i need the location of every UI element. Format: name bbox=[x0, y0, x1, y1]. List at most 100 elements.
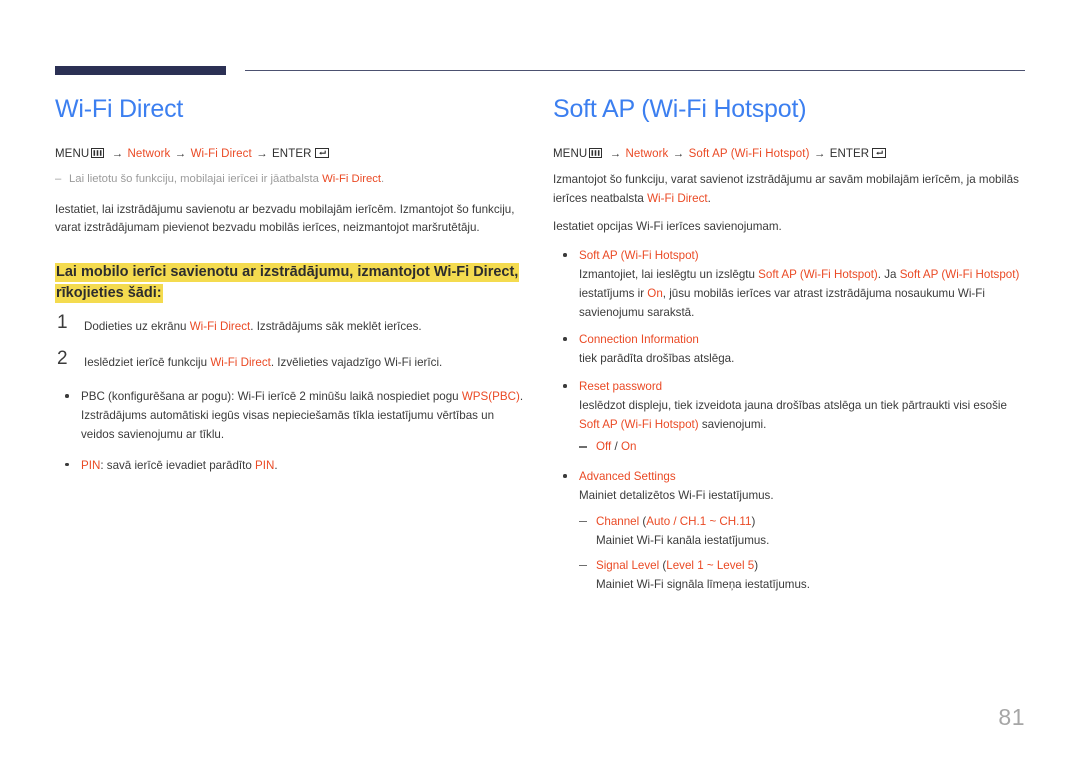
sub-setting-name: Channel bbox=[596, 514, 640, 528]
note-term: Wi-Fi Direct bbox=[322, 173, 382, 185]
bullet-term: Connection Information bbox=[579, 333, 699, 347]
sub-dash bbox=[579, 565, 587, 567]
menu-label: MENU bbox=[553, 147, 588, 160]
sub-list-item: Channel (Auto / CH.1 ~ CH.11) Mainiet Wi… bbox=[579, 513, 1025, 551]
note-line-left: ‒ Lai lietotu šo funkciju, mobilajai ierī… bbox=[55, 171, 525, 189]
list-item: Connection Information tiek parādīta dro… bbox=[553, 331, 1025, 369]
bullet-term: Advanced Settings bbox=[579, 470, 676, 484]
header-rule-thick bbox=[55, 66, 226, 75]
path-arrow-3: → bbox=[813, 147, 826, 160]
sub-option-on: On bbox=[620, 440, 637, 454]
step-item: 1 Dodieties uz ekrānu Wi-Fi Direct. Izst… bbox=[55, 313, 525, 337]
sub-setting-values: Auto / CH.1 ~ CH.11 bbox=[646, 514, 752, 528]
menu-grid-icon bbox=[589, 147, 603, 158]
enter-return-icon bbox=[872, 147, 887, 158]
step-term: Wi-Fi Direct bbox=[210, 355, 271, 369]
left-column: Wi-Fi Direct MENU → Network → Wi-Fi Dire… bbox=[55, 95, 525, 484]
path-arrow-2: → bbox=[174, 147, 187, 160]
sub-dash bbox=[579, 446, 587, 448]
sub-setting-name: Signal Level bbox=[596, 559, 660, 573]
bullet-term: Soft AP (Wi-Fi Hotspot) bbox=[579, 249, 699, 263]
step-text: Dodieties uz ekrānu Wi-Fi Direct. Izstrā… bbox=[84, 320, 422, 333]
sub-option-separator: / bbox=[611, 440, 621, 454]
right-intro2-paragraph: Iestatiet opcijas Wi-Fi ierīces savienoj… bbox=[553, 219, 782, 233]
sub-setting-values: Level 1 ~ Level 5 bbox=[666, 559, 755, 573]
list-item: Advanced Settings Mainiet detalizētos Wi… bbox=[553, 468, 1025, 595]
desc-term: Soft AP (Wi-Fi Hotspot) bbox=[758, 268, 878, 282]
page-title-right: Soft AP (Wi-Fi Hotspot) bbox=[553, 95, 807, 123]
bullet-text-after: . bbox=[274, 458, 278, 472]
list-item: PBC (konfigurēšana ar pogu): Wi-Fi ierīc… bbox=[55, 388, 525, 444]
desc-part: savienojumi. bbox=[698, 417, 767, 431]
step-text-before: Ieslēdziet ierīcē funkciju bbox=[84, 355, 211, 369]
menu-path-right: MENU → Network → Soft AP (Wi-Fi Hotspot)… bbox=[553, 146, 1025, 163]
highlighted-heading-text: Lai mobilo ierīci savienotu ar izstrādāj… bbox=[55, 263, 520, 304]
right-column: Soft AP (Wi-Fi Hotspot) MENU → Network →… bbox=[553, 95, 1025, 604]
sub-list-item: Signal Level (Level 1 ~ Level 5) Mainiet… bbox=[579, 557, 1025, 595]
sub-dash bbox=[579, 520, 587, 522]
bullet-term-tail: PIN bbox=[255, 458, 275, 472]
step-term: Wi-Fi Direct bbox=[189, 320, 251, 334]
page-number: 81 bbox=[998, 704, 1025, 730]
page-title-left: Wi-Fi Direct bbox=[55, 95, 184, 123]
list-item: Reset password Ieslēdzot displeju, tiek … bbox=[553, 378, 1025, 457]
header-rule-thin bbox=[245, 70, 1025, 71]
sub-setting-description: Mainiet Wi-Fi signāla līmeņa iestatījumu… bbox=[596, 578, 810, 592]
right-intro-paragraph: Izmantojot šo funkciju, varat savienot i… bbox=[553, 171, 1025, 209]
bullet-description: Ieslēdzot displeju, tiek izveidota jauna… bbox=[579, 399, 1007, 431]
menu-label: MENU bbox=[55, 147, 90, 160]
enter-label: ENTER bbox=[272, 147, 312, 160]
step-text-after: . Izvēlieties vajadzīgo Wi-Fi ierīci. bbox=[270, 355, 443, 369]
step-number: 1 bbox=[57, 312, 68, 334]
bullet-term: WPS(PBC) bbox=[461, 390, 520, 404]
bullet-dot bbox=[563, 337, 567, 341]
step-number: 2 bbox=[57, 347, 68, 369]
desc-part: Ieslēdzot displeju, tiek izveidota jauna… bbox=[579, 398, 1007, 412]
bullet-text-mid: : savā ierīcē ievadiet parādīto bbox=[100, 458, 255, 472]
menu-grid-icon bbox=[91, 147, 105, 158]
right-intro-term: Wi-Fi Direct bbox=[647, 191, 708, 205]
left-intro-paragraph: Iestatiet, lai izstrādājumu savienotu ar… bbox=[55, 202, 515, 235]
bullet-dot bbox=[65, 462, 69, 467]
bullet-dot bbox=[65, 394, 69, 398]
sub-option-off: Off bbox=[596, 440, 612, 454]
sub-paren-close: ) bbox=[751, 514, 756, 528]
path-item-wifi-direct: Wi-Fi Direct bbox=[190, 147, 252, 160]
sub-list-item: Off / On bbox=[579, 438, 1025, 457]
bullet-dot bbox=[563, 474, 567, 478]
bullet-text-before: PBC (konfigurēšana ar pogu): Wi-Fi ierīc… bbox=[81, 390, 462, 404]
desc-part: iestatījums ir bbox=[579, 286, 648, 300]
path-arrow-1: → bbox=[111, 147, 124, 160]
bullet-description: Izmantojiet, lai ieslēgtu un izslēgtu So… bbox=[579, 268, 1019, 319]
desc-term: Soft AP (Wi-Fi Hotspot) bbox=[899, 268, 1020, 282]
desc-part: Izmantojiet, lai ieslēgtu un izslēgtu bbox=[579, 268, 759, 282]
highlighted-heading: Lai mobilo ierīci savienotu ar izstrādāj… bbox=[55, 262, 525, 304]
path-arrow-3: → bbox=[256, 147, 268, 160]
step-text: Ieslēdziet ierīcē funkciju Wi-Fi Direct.… bbox=[84, 356, 442, 369]
path-arrow-1: → bbox=[609, 147, 622, 160]
page-header-rule bbox=[55, 66, 1025, 78]
desc-value-on: On bbox=[647, 286, 663, 300]
step-item: 2 Ieslēdziet ierīcē funkciju Wi-Fi Direc… bbox=[55, 349, 525, 373]
step-text-after: . Izstrādājums sāk meklēt ierīces. bbox=[250, 320, 422, 334]
right-intro-before: Izmantojot šo funkciju, varat savienot i… bbox=[553, 173, 1019, 205]
desc-term: Soft AP (Wi-Fi Hotspot) bbox=[579, 417, 699, 431]
note-dash: ‒ bbox=[55, 173, 62, 185]
desc-part: . Ja bbox=[877, 268, 900, 282]
enter-label: ENTER bbox=[829, 147, 870, 160]
bullet-dot bbox=[563, 384, 567, 388]
note-text-before: Lai lietotu šo funkciju, mobilajai ierīc… bbox=[69, 173, 323, 185]
bullet-description: Mainiet detalizētos Wi-Fi iestatījumus. bbox=[579, 488, 774, 502]
path-item-network: Network bbox=[127, 147, 171, 160]
sub-paren-close: ) bbox=[754, 559, 759, 573]
bullet-term-lead: PIN bbox=[81, 458, 101, 472]
bullet-term: Reset password bbox=[579, 380, 663, 394]
step-text-before: Dodieties uz ekrānu bbox=[84, 320, 190, 334]
path-arrow-2: → bbox=[672, 147, 685, 160]
path-item-soft-ap: Soft AP (Wi-Fi Hotspot) bbox=[688, 147, 810, 160]
menu-path-left: MENU → Network → Wi-Fi Direct → ENTER bbox=[55, 146, 525, 163]
list-item: Soft AP (Wi-Fi Hotspot) Izmantojiet, lai… bbox=[553, 247, 1025, 322]
bullet-description: tiek parādīta drošības atslēga. bbox=[579, 352, 735, 366]
list-item: PIN: savā ierīcē ievadiet parādīto PIN. bbox=[55, 457, 525, 476]
sub-setting-description: Mainiet Wi-Fi kanāla iestatījumus. bbox=[596, 533, 770, 547]
